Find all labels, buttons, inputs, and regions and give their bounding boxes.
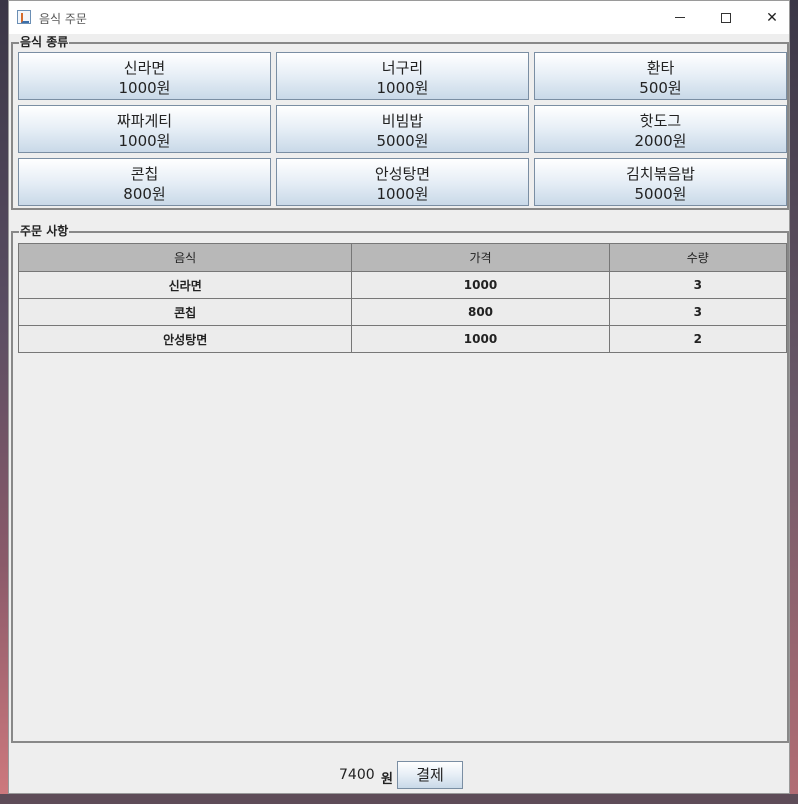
- food-button-anseongtangmyeon[interactable]: 안성탕면 1000원: [276, 158, 529, 206]
- title-bar[interactable]: 음식 주문 ✕: [9, 1, 789, 34]
- food-price: 5000원: [376, 131, 429, 150]
- total-currency-unit: 원: [381, 772, 393, 787]
- food-name: 비빔밥: [381, 111, 424, 130]
- food-button-cornchip[interactable]: 콘칩 800원: [18, 158, 271, 206]
- table-row[interactable]: 콘칩 800 3: [17, 298, 788, 326]
- maximize-icon: [721, 12, 731, 23]
- total-amount: 7400: [339, 767, 375, 783]
- minimize-button[interactable]: [657, 1, 703, 34]
- java-app-icon: [17, 10, 31, 24]
- cell-food[interactable]: 신라면: [17, 271, 353, 299]
- food-price: 1000원: [376, 78, 429, 97]
- food-type-legend: 음식 종류: [19, 35, 70, 49]
- food-price: 2000원: [634, 131, 687, 150]
- food-price: 5000원: [634, 184, 687, 203]
- food-button-neoguri[interactable]: 너구리 1000원: [276, 52, 529, 100]
- food-order-window: 음식 주문 ✕ 음식 종류 신라면 1000원 너구리 1000원 환타 500…: [8, 0, 790, 794]
- food-name: 신라면: [123, 58, 166, 77]
- food-button-kimchi-fried-rice[interactable]: 김치볶음밥 5000원: [534, 158, 787, 206]
- food-name: 김치볶음밥: [625, 164, 695, 183]
- table-row[interactable]: 신라면 1000 3: [17, 271, 788, 299]
- food-price: 1000원: [118, 131, 171, 150]
- column-header-food[interactable]: 음식: [17, 243, 353, 272]
- pay-button[interactable]: 결제: [397, 761, 463, 789]
- cell-quantity[interactable]: 2: [608, 325, 788, 353]
- food-price: 1000원: [118, 78, 171, 97]
- food-name: 짜파게티: [116, 111, 173, 130]
- food-name: 너구리: [381, 58, 424, 77]
- cell-price[interactable]: 1000: [351, 325, 610, 353]
- cell-quantity[interactable]: 3: [608, 298, 788, 326]
- cell-price[interactable]: 800: [351, 298, 610, 326]
- minimize-icon: [675, 17, 685, 18]
- food-name: 콘칩: [130, 164, 159, 183]
- column-header-quantity[interactable]: 수량: [608, 243, 788, 272]
- table-header-row: 음식 가격 수량: [17, 243, 788, 272]
- food-type-panel: 음식 종류 신라면 1000원 너구리 1000원 환타 500원 짜파게티 1…: [11, 35, 789, 210]
- desktop-background-right: [789, 0, 798, 804]
- maximize-button[interactable]: [703, 1, 749, 34]
- cell-food[interactable]: 콘칩: [17, 298, 353, 326]
- cell-quantity[interactable]: 3: [608, 271, 788, 299]
- food-button-jjapagetti[interactable]: 짜파게티 1000원: [18, 105, 271, 153]
- desktop-background-bottom: [0, 794, 798, 804]
- food-name: 환타: [646, 58, 675, 77]
- close-button[interactable]: ✕: [749, 1, 795, 34]
- close-icon: ✕: [766, 9, 778, 26]
- window-title: 음식 주문: [39, 12, 87, 26]
- food-button-ramen[interactable]: 신라면 1000원: [18, 52, 271, 100]
- food-button-fanta[interactable]: 환타 500원: [534, 52, 787, 100]
- food-price: 500원: [639, 78, 682, 97]
- table-row[interactable]: 안성탕면 1000 2: [17, 325, 788, 353]
- column-header-price[interactable]: 가격: [351, 243, 610, 272]
- food-name: 안성탕면: [374, 164, 431, 183]
- food-price: 1000원: [376, 184, 429, 203]
- order-table: 음식 가격 수량 신라면 1000 3 콘칩 800 3 안성탕면 1000 2: [17, 243, 788, 353]
- food-button-hotdog[interactable]: 핫도그 2000원: [534, 105, 787, 153]
- food-name: 핫도그: [639, 111, 682, 130]
- food-price: 800원: [123, 184, 166, 203]
- food-button-bibimbap[interactable]: 비빔밥 5000원: [276, 105, 529, 153]
- cell-food[interactable]: 안성탕면: [17, 325, 353, 353]
- order-details-legend: 주문 사항: [19, 224, 70, 238]
- order-details-panel: 주문 사항 음식 가격 수량 신라면 1000 3 콘칩 800 3 안성탕면 …: [11, 224, 789, 743]
- cell-price[interactable]: 1000: [351, 271, 610, 299]
